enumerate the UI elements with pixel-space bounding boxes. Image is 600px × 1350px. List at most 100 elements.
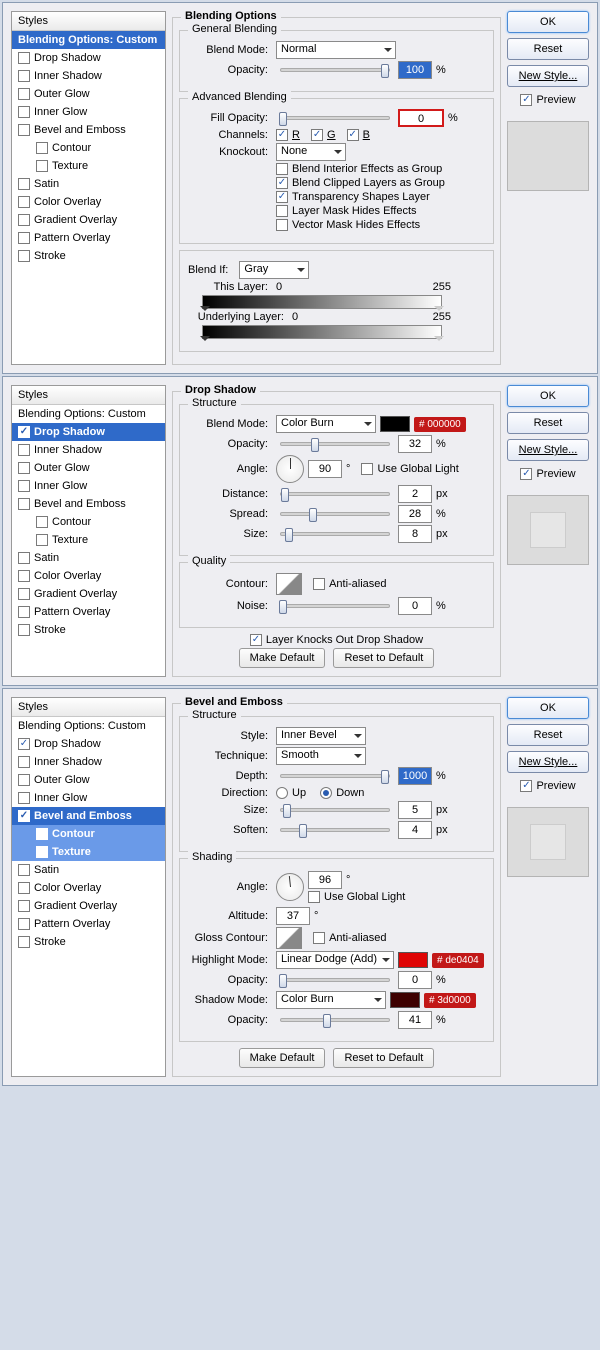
style-gradient-overlay[interactable]: Gradient Overlay	[12, 585, 165, 603]
style-inner-shadow[interactable]: Inner Shadow	[12, 441, 165, 459]
ds-dist-input[interactable]: 2	[398, 485, 432, 503]
style-inner-shadow[interactable]: Inner Shadow	[12, 753, 165, 771]
checkbox[interactable]	[18, 214, 30, 226]
preview-checkbox[interactable]	[520, 780, 532, 792]
contour-picker[interactable]	[276, 573, 302, 595]
style-inner-glow[interactable]: Inner Glow	[12, 477, 165, 495]
style-inner-glow[interactable]: Inner Glow	[12, 103, 165, 121]
s-opacity-slider[interactable]	[280, 1018, 390, 1022]
shadow-mode-select[interactable]: Color Burn	[276, 991, 386, 1009]
reset-default-button[interactable]: Reset to Default	[333, 648, 434, 668]
ds-angle-input[interactable]: 90	[308, 460, 342, 478]
style-bevel-emboss[interactable]: Bevel and Emboss	[12, 495, 165, 513]
ds-size-input[interactable]: 8	[398, 525, 432, 543]
highlight-color[interactable]	[398, 952, 428, 968]
reset-button[interactable]: Reset	[507, 724, 589, 746]
style-stroke[interactable]: Stroke	[12, 621, 165, 639]
style-drop-shadow[interactable]: Drop Shadow	[12, 49, 165, 67]
style-outer-glow[interactable]: Outer Glow	[12, 771, 165, 789]
style-inner-glow[interactable]: Inner Glow	[12, 789, 165, 807]
be-style-select[interactable]: Inner Bevel	[276, 727, 366, 745]
ds-mode-select[interactable]: Color Burn	[276, 415, 376, 433]
style-pattern-overlay[interactable]: Pattern Overlay	[12, 915, 165, 933]
style-gradient-overlay[interactable]: Gradient Overlay	[12, 211, 165, 229]
ds-dist-slider[interactable]	[280, 492, 390, 496]
gloss-contour[interactable]	[276, 927, 302, 949]
ds-spread-slider[interactable]	[280, 512, 390, 516]
style-color-overlay[interactable]: Color Overlay	[12, 193, 165, 211]
knockout-select[interactable]: None	[276, 143, 346, 161]
style-satin[interactable]: Satin	[12, 549, 165, 567]
opt-interior[interactable]	[276, 163, 288, 175]
h-opacity-input[interactable]: 0	[398, 971, 432, 989]
be-size-slider[interactable]	[280, 808, 390, 812]
new-style-button[interactable]: New Style...	[507, 65, 589, 87]
noise-slider[interactable]	[280, 604, 390, 608]
ugl-checkbox[interactable]	[308, 891, 320, 903]
soften-slider[interactable]	[280, 828, 390, 832]
checkbox[interactable]	[18, 196, 30, 208]
checkbox[interactable]	[18, 426, 30, 438]
dir-up-radio[interactable]	[276, 787, 288, 799]
new-style-button[interactable]: New Style...	[507, 439, 589, 461]
style-contour[interactable]: Contour	[12, 513, 165, 531]
ugl-checkbox[interactable]	[361, 463, 373, 475]
opacity-input[interactable]: 100	[398, 61, 432, 79]
h-opacity-slider[interactable]	[280, 978, 390, 982]
checkbox[interactable]	[36, 142, 48, 154]
soften-input[interactable]: 4	[398, 821, 432, 839]
ok-button[interactable]: OK	[507, 11, 589, 33]
new-style-button[interactable]: New Style...	[507, 751, 589, 773]
shading-dial[interactable]	[276, 873, 304, 901]
style-stroke[interactable]: Stroke	[12, 933, 165, 951]
blend-mode-select[interactable]: Normal	[276, 41, 396, 59]
altitude-input[interactable]: 37	[276, 907, 310, 925]
checkbox[interactable]	[18, 178, 30, 190]
style-contour[interactable]: Contour	[12, 139, 165, 157]
checkbox[interactable]	[36, 160, 48, 172]
style-bevel-emboss[interactable]: Bevel and Emboss	[12, 807, 165, 825]
ds-opacity-slider[interactable]	[280, 442, 390, 446]
fill-opacity-slider[interactable]	[280, 116, 390, 120]
ok-button[interactable]: OK	[507, 385, 589, 407]
checkbox[interactable]	[18, 88, 30, 100]
channel-b[interactable]	[347, 129, 359, 141]
aa-checkbox[interactable]	[313, 932, 325, 944]
style-drop-shadow[interactable]: Drop Shadow	[12, 735, 165, 753]
style-outer-glow[interactable]: Outer Glow	[12, 85, 165, 103]
style-drop-shadow[interactable]: Drop Shadow	[12, 423, 165, 441]
style-blending-options[interactable]: Blending Options: Custom	[12, 31, 165, 49]
this-layer-gradient[interactable]	[202, 295, 442, 309]
opacity-slider[interactable]	[280, 68, 390, 72]
blend-if-select[interactable]: Gray	[239, 261, 309, 279]
depth-slider[interactable]	[280, 774, 390, 778]
reset-default-button[interactable]: Reset to Default	[333, 1048, 434, 1068]
style-gradient-overlay[interactable]: Gradient Overlay	[12, 897, 165, 915]
preview-checkbox[interactable]	[520, 94, 532, 106]
make-default-button[interactable]: Make Default	[239, 1048, 326, 1068]
noise-input[interactable]: 0	[398, 597, 432, 615]
style-bevel-emboss[interactable]: Bevel and Emboss	[12, 121, 165, 139]
style-satin[interactable]: Satin	[12, 175, 165, 193]
angle-dial[interactable]	[276, 455, 304, 483]
ds-spread-input[interactable]: 28	[398, 505, 432, 523]
style-texture[interactable]: Texture	[12, 843, 165, 861]
checkbox[interactable]	[18, 70, 30, 82]
style-stroke[interactable]: Stroke	[12, 247, 165, 265]
aa-checkbox[interactable]	[313, 578, 325, 590]
style-inner-shadow[interactable]: Inner Shadow	[12, 67, 165, 85]
style-satin[interactable]: Satin	[12, 861, 165, 879]
dir-down-radio[interactable]	[320, 787, 332, 799]
checkbox[interactable]	[18, 106, 30, 118]
channel-g[interactable]	[311, 129, 323, 141]
checkbox[interactable]	[18, 250, 30, 262]
knocks-out-checkbox[interactable]	[250, 634, 262, 646]
be-size-input[interactable]: 5	[398, 801, 432, 819]
make-default-button[interactable]: Make Default	[239, 648, 326, 668]
ds-color-swatch[interactable]	[380, 416, 410, 432]
style-pattern-overlay[interactable]: Pattern Overlay	[12, 603, 165, 621]
style-pattern-overlay[interactable]: Pattern Overlay	[12, 229, 165, 247]
ds-size-slider[interactable]	[280, 532, 390, 536]
checkbox[interactable]	[18, 232, 30, 244]
opt-layermask[interactable]	[276, 205, 288, 217]
